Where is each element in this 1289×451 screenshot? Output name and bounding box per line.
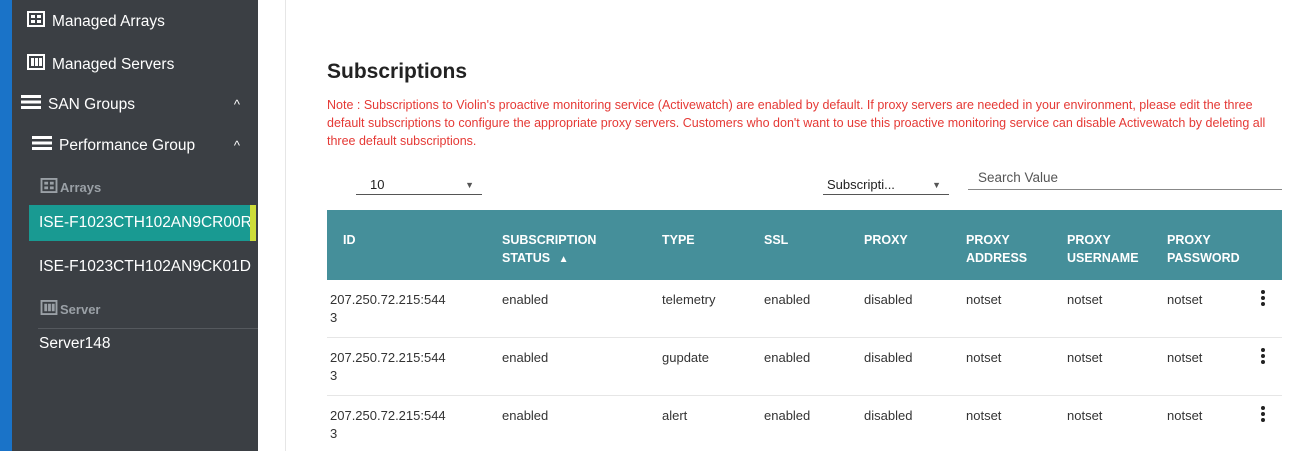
- col-label: STATUS ▲: [502, 249, 596, 269]
- more-options-icon[interactable]: [1260, 290, 1266, 310]
- col-label-2: STATUS: [502, 251, 551, 265]
- filter-field-select[interactable]: Subscripti... ▼: [823, 175, 949, 195]
- cell-id-line: 207.250.72.215:544: [330, 292, 446, 307]
- server-section-label: Server: [60, 301, 101, 317]
- array-item[interactable]: ISE-F1023CTH102AN9CK01D: [39, 258, 258, 276]
- cell-type: gupdate: [662, 350, 709, 365]
- cell-ssl: enabled: [764, 292, 811, 307]
- page-size-select[interactable]: 10 ▼: [356, 175, 482, 195]
- more-options-icon[interactable]: [1260, 348, 1266, 368]
- col-ssl[interactable]: SSL: [764, 231, 788, 249]
- cell-proxy-username: notset: [1067, 292, 1103, 307]
- nav-managed-arrays[interactable]: Managed Arrays: [27, 11, 258, 32]
- cell-proxy: disabled: [864, 408, 913, 423]
- col-label: PASSWORD: [1167, 251, 1240, 265]
- col-label: USERNAME: [1067, 251, 1139, 265]
- cell-id-line: 3: [330, 310, 338, 325]
- table-header: ID SUBSCRIPTION STATUS ▲ TYPE SSL PROXY …: [327, 210, 1282, 280]
- cell-proxy-address: notset: [966, 408, 1002, 423]
- server-item-label: Server148: [39, 335, 111, 352]
- col-proxy-username[interactable]: PROXY USERNAME: [1067, 231, 1139, 267]
- info-note: Note : Subscriptions to Violin's proacti…: [327, 98, 1266, 148]
- table-row[interactable]: 207.250.72.215:544 3 enabled telemetry en…: [327, 280, 1282, 338]
- cell-type: alert: [662, 408, 688, 423]
- sidebar: Managed Arrays Managed Servers SAN Group…: [12, 0, 258, 451]
- sidebar-accent-bar: [0, 0, 12, 451]
- cell-proxy-password: notset: [1167, 292, 1203, 307]
- cell-status: enabled: [502, 350, 549, 365]
- dropdown-caret-icon: ▼: [932, 179, 941, 190]
- col-label: PROXY: [1167, 233, 1211, 247]
- content-divider: [258, 0, 286, 451]
- dropdown-caret-icon: ▼: [465, 179, 474, 190]
- array-item-selected[interactable]: ISE-F1023CTH102AN9CR00R: [29, 205, 256, 241]
- cell-status: enabled: [502, 292, 549, 307]
- cell-id-line: 3: [330, 426, 338, 441]
- list-icon: [32, 136, 52, 155]
- col-label: PROXY: [1067, 233, 1111, 247]
- cell-id: 207.250.72.215:544 3: [330, 349, 446, 385]
- page-title: Subscriptions: [327, 60, 468, 83]
- col-proxy-password[interactable]: PROXY PASSWORD: [1167, 231, 1240, 267]
- sort-ascending-icon: ▲: [558, 254, 569, 265]
- chevron-up-icon[interactable]: ^: [234, 97, 240, 112]
- page-size-value: 10: [370, 177, 385, 192]
- cell-proxy-password: notset: [1167, 408, 1203, 423]
- col-id[interactable]: ID: [343, 231, 356, 249]
- nav-managed-arrays-label: Managed Arrays: [52, 12, 165, 30]
- server-icon: [27, 54, 45, 75]
- arrays-section-label: Arrays: [60, 179, 102, 195]
- cell-proxy: disabled: [864, 350, 913, 365]
- nav-performance-group-label: Performance Group: [59, 136, 196, 154]
- cell-proxy-password: notset: [1167, 350, 1203, 365]
- subscriptions-table: ID SUBSCRIPTION STATUS ▲ TYPE SSL PROXY …: [327, 210, 1282, 451]
- nav-san-groups-label: SAN Groups: [48, 95, 136, 113]
- cell-ssl: enabled: [764, 350, 811, 365]
- col-subscription-status[interactable]: SUBSCRIPTION STATUS ▲: [502, 231, 596, 269]
- table-row[interactable]: 207.250.72.215:544 3 enabled gupdate enab…: [327, 338, 1282, 396]
- array-icon: [27, 11, 45, 32]
- cell-type: telemetry: [662, 292, 716, 307]
- more-options-icon[interactable]: [1260, 406, 1266, 426]
- filter-field-value: Subscripti...: [827, 177, 895, 192]
- server-item[interactable]: Server148: [39, 335, 258, 353]
- nav-managed-servers[interactable]: Managed Servers: [27, 54, 258, 75]
- cell-proxy-address: notset: [966, 292, 1002, 307]
- cell-proxy-username: notset: [1067, 350, 1103, 365]
- cell-id-line: 207.250.72.215:544: [330, 350, 446, 365]
- cell-ssl: enabled: [764, 408, 811, 423]
- array-item-label: ISE-F1023CTH102AN9CK01D: [39, 258, 251, 275]
- cell-id-line: 207.250.72.215:544: [330, 408, 446, 423]
- arrays-section-header: Arrays: [40, 178, 258, 196]
- cell-id: 207.250.72.215:544 3: [330, 407, 446, 443]
- col-label: SUBSCRIPTION: [502, 233, 597, 247]
- cell-proxy: disabled: [864, 292, 913, 307]
- col-label: PROXY: [966, 233, 1010, 247]
- nav-san-groups[interactable]: SAN Groups ^: [21, 95, 258, 114]
- search-input[interactable]: [968, 166, 1282, 190]
- col-type[interactable]: TYPE: [662, 231, 695, 249]
- nav-performance-group[interactable]: Performance Group ^: [32, 136, 258, 155]
- chevron-up-icon[interactable]: ^: [234, 138, 240, 153]
- server-icon: [40, 300, 58, 318]
- col-proxy[interactable]: PROXY: [864, 231, 908, 249]
- divider: [38, 328, 258, 329]
- col-proxy-address[interactable]: PROXY ADDRESS: [966, 231, 1027, 267]
- cell-proxy-username: notset: [1067, 408, 1103, 423]
- cell-id: 207.250.72.215:544 3: [330, 291, 446, 327]
- table-row[interactable]: 207.250.72.215:544 3 enabled alert enable…: [327, 396, 1282, 451]
- array-item-label: ISE-F1023CTH102AN9CR00R: [39, 214, 252, 231]
- list-icon: [21, 95, 41, 114]
- cell-proxy-address: notset: [966, 350, 1002, 365]
- array-icon: [40, 178, 58, 196]
- col-label: ADDRESS: [966, 251, 1028, 265]
- server-section-header: Server: [40, 300, 258, 318]
- cell-id-line: 3: [330, 368, 338, 383]
- cell-status: enabled: [502, 408, 549, 423]
- nav-managed-servers-label: Managed Servers: [52, 55, 175, 73]
